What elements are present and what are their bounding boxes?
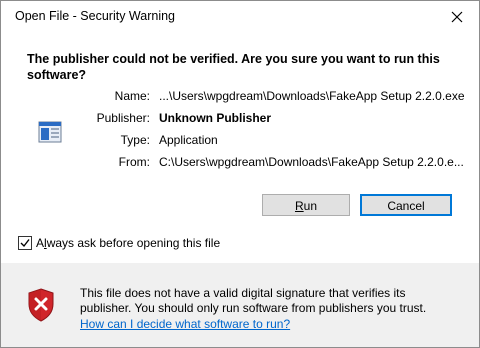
footer-message: This file does not have a valid digital … xyxy=(80,286,427,315)
publisher-value: Unknown Publisher xyxy=(159,111,272,125)
always-ask-label: Always ask before opening this file xyxy=(36,236,220,250)
type-label: Type: xyxy=(120,133,150,147)
close-button[interactable] xyxy=(447,7,467,27)
run-label-rest: un xyxy=(303,199,318,213)
warning-headline: The publisher could not be verified. Are… xyxy=(27,52,440,82)
cancel-button[interactable]: Cancel xyxy=(360,194,452,216)
title-bar: Open File - Security Warning xyxy=(1,1,479,32)
from-value: C:\Users\wpgdream\Downloads\FakeApp Setu… xyxy=(159,155,464,169)
publisher-label: Publisher: xyxy=(96,111,150,125)
always-ask-checkbox[interactable] xyxy=(18,236,32,250)
label-suffix: ways ask before opening this file xyxy=(46,236,221,250)
always-ask-option[interactable]: Always ask before opening this file xyxy=(18,236,220,250)
label-prefix: A xyxy=(36,236,45,250)
run-access-key: R xyxy=(294,199,304,213)
run-button[interactable]: Run xyxy=(262,194,350,216)
checkmark-icon xyxy=(20,239,30,248)
name-value: ...\Users\wpgdream\Downloads\FakeApp Set… xyxy=(159,89,465,103)
from-label: From: xyxy=(118,155,150,169)
security-warning-dialog: Open File - Security Warning The publish… xyxy=(0,0,480,348)
close-icon xyxy=(451,11,463,23)
type-value: Application xyxy=(159,133,218,147)
help-link[interactable]: How can I decide what software to run? xyxy=(80,317,290,331)
shield-x-icon xyxy=(28,288,54,322)
name-label: Name: xyxy=(114,89,150,103)
window-title: Open File - Security Warning xyxy=(15,9,176,23)
dialog-body: The publisher could not be verified. Are… xyxy=(10,32,469,266)
